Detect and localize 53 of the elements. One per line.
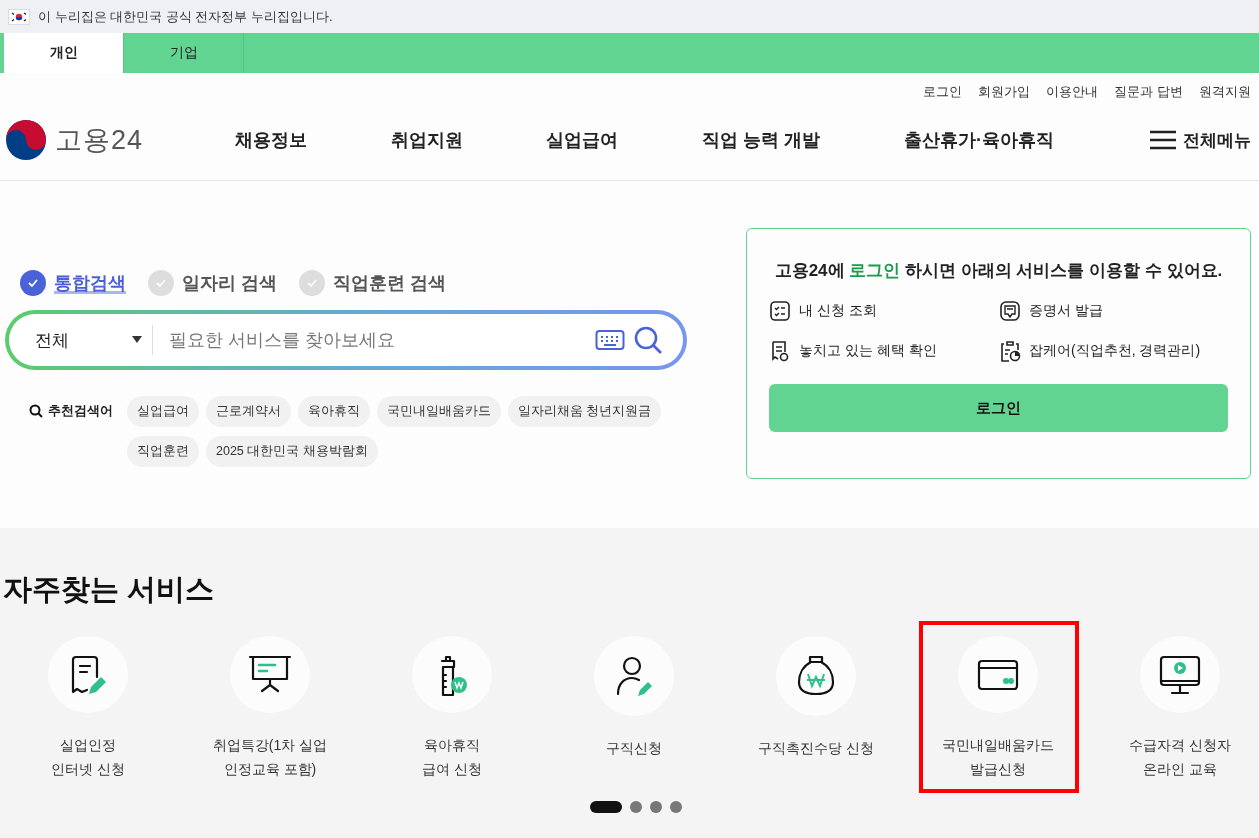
search-icon (29, 404, 43, 418)
service-label: 내 신청 조회 (799, 302, 877, 320)
search-type-option[interactable]: 직업훈련 검색 (299, 270, 447, 296)
search-icon[interactable] (633, 325, 663, 355)
service-shortcut[interactable]: 취업특강(1차 실업 인정교육 포함) (212, 636, 328, 781)
category-dropdown[interactable]: 전체 (29, 325, 153, 355)
caret-icon (132, 336, 142, 344)
keyword-chip[interactable]: 육아휴직 (298, 396, 370, 427)
pagination-dot[interactable] (669, 801, 682, 813)
gov-notice: 이 누리집은 대한민국 공식 전자정부 누리집입니다. (38, 7, 333, 26)
nav-link[interactable]: 직업 능력 개발 (702, 128, 821, 152)
service-shortcut[interactable]: 구직촉진수당 신청 (758, 636, 874, 781)
search-type-option[interactable]: 일자리 검색 (148, 270, 277, 296)
keyword-chip[interactable]: 근로계약서 (206, 396, 291, 427)
nav-link[interactable]: 채용정보 (235, 128, 307, 152)
service-label: 놓치고 있는 혜택 확인 (799, 342, 937, 360)
clipboard-chart-icon (999, 340, 1021, 362)
service-label: 증명서 발급 (1029, 302, 1103, 320)
flag-icon (8, 8, 30, 25)
pagination-dot[interactable] (629, 801, 642, 813)
service-shortcut[interactable]: 국민내일배움카드 발급신청 (942, 636, 1054, 781)
logo-icon (5, 119, 47, 161)
utility-link[interactable]: 로그인 (923, 83, 963, 100)
keyword-chip[interactable]: 2025 대한민국 채용박람회 (206, 436, 378, 467)
search-type-option[interactable]: 통합검색 (20, 270, 126, 296)
full-menu-button[interactable]: 전체메뉴 (1149, 128, 1251, 152)
certificate-icon (999, 300, 1021, 322)
utility-link[interactable]: 회원가입 (978, 83, 1031, 100)
utility-link[interactable]: 원격지원 (1199, 83, 1251, 100)
keyboard-icon[interactable] (595, 329, 625, 351)
document-icon (769, 340, 791, 362)
audience-tab[interactable]: 개인 (4, 33, 124, 73)
pagination-dot[interactable] (649, 801, 662, 813)
keyword-chip[interactable]: 직업훈련 (127, 436, 199, 467)
service-shortcut[interactable]: 수급자격 신청자 온라인 교육 (1129, 636, 1231, 781)
keyword-chip[interactable]: 일자리채움 청년지원금 (508, 396, 662, 427)
logo-text[interactable]: 고용24 (55, 122, 144, 158)
menu-icon (1149, 129, 1177, 151)
utility-link[interactable]: 이용안내 (1046, 83, 1099, 100)
search-input[interactable]: 필요한 서비스를 찾아보세요 (153, 328, 595, 352)
nav-link[interactable]: 출산휴가·육아휴직 (903, 128, 1054, 152)
login-prompt: 고용24에 로그인 하시면 아래의 서비스를 이용할 수 있어요. (773, 260, 1224, 282)
nav-link[interactable]: 실업급여 (546, 128, 619, 152)
section-title: 자주찾는 서비스 (3, 572, 216, 607)
keyword-chip[interactable]: 국민내일배움카드 (377, 396, 501, 427)
keyword-chip[interactable]: 실업급여 (127, 396, 199, 427)
recommended-label: 추천검색어 (48, 402, 113, 420)
audience-tab[interactable]: 기업 (124, 33, 244, 73)
utility-link[interactable]: 질문과 답변 (1114, 83, 1183, 100)
checklist-icon (769, 300, 791, 322)
login-button[interactable]: 로그인 (769, 384, 1228, 432)
nav-link[interactable]: 취업지원 (390, 128, 463, 152)
service-label: 잡케어(직업추천, 경력관리) (1029, 342, 1201, 360)
